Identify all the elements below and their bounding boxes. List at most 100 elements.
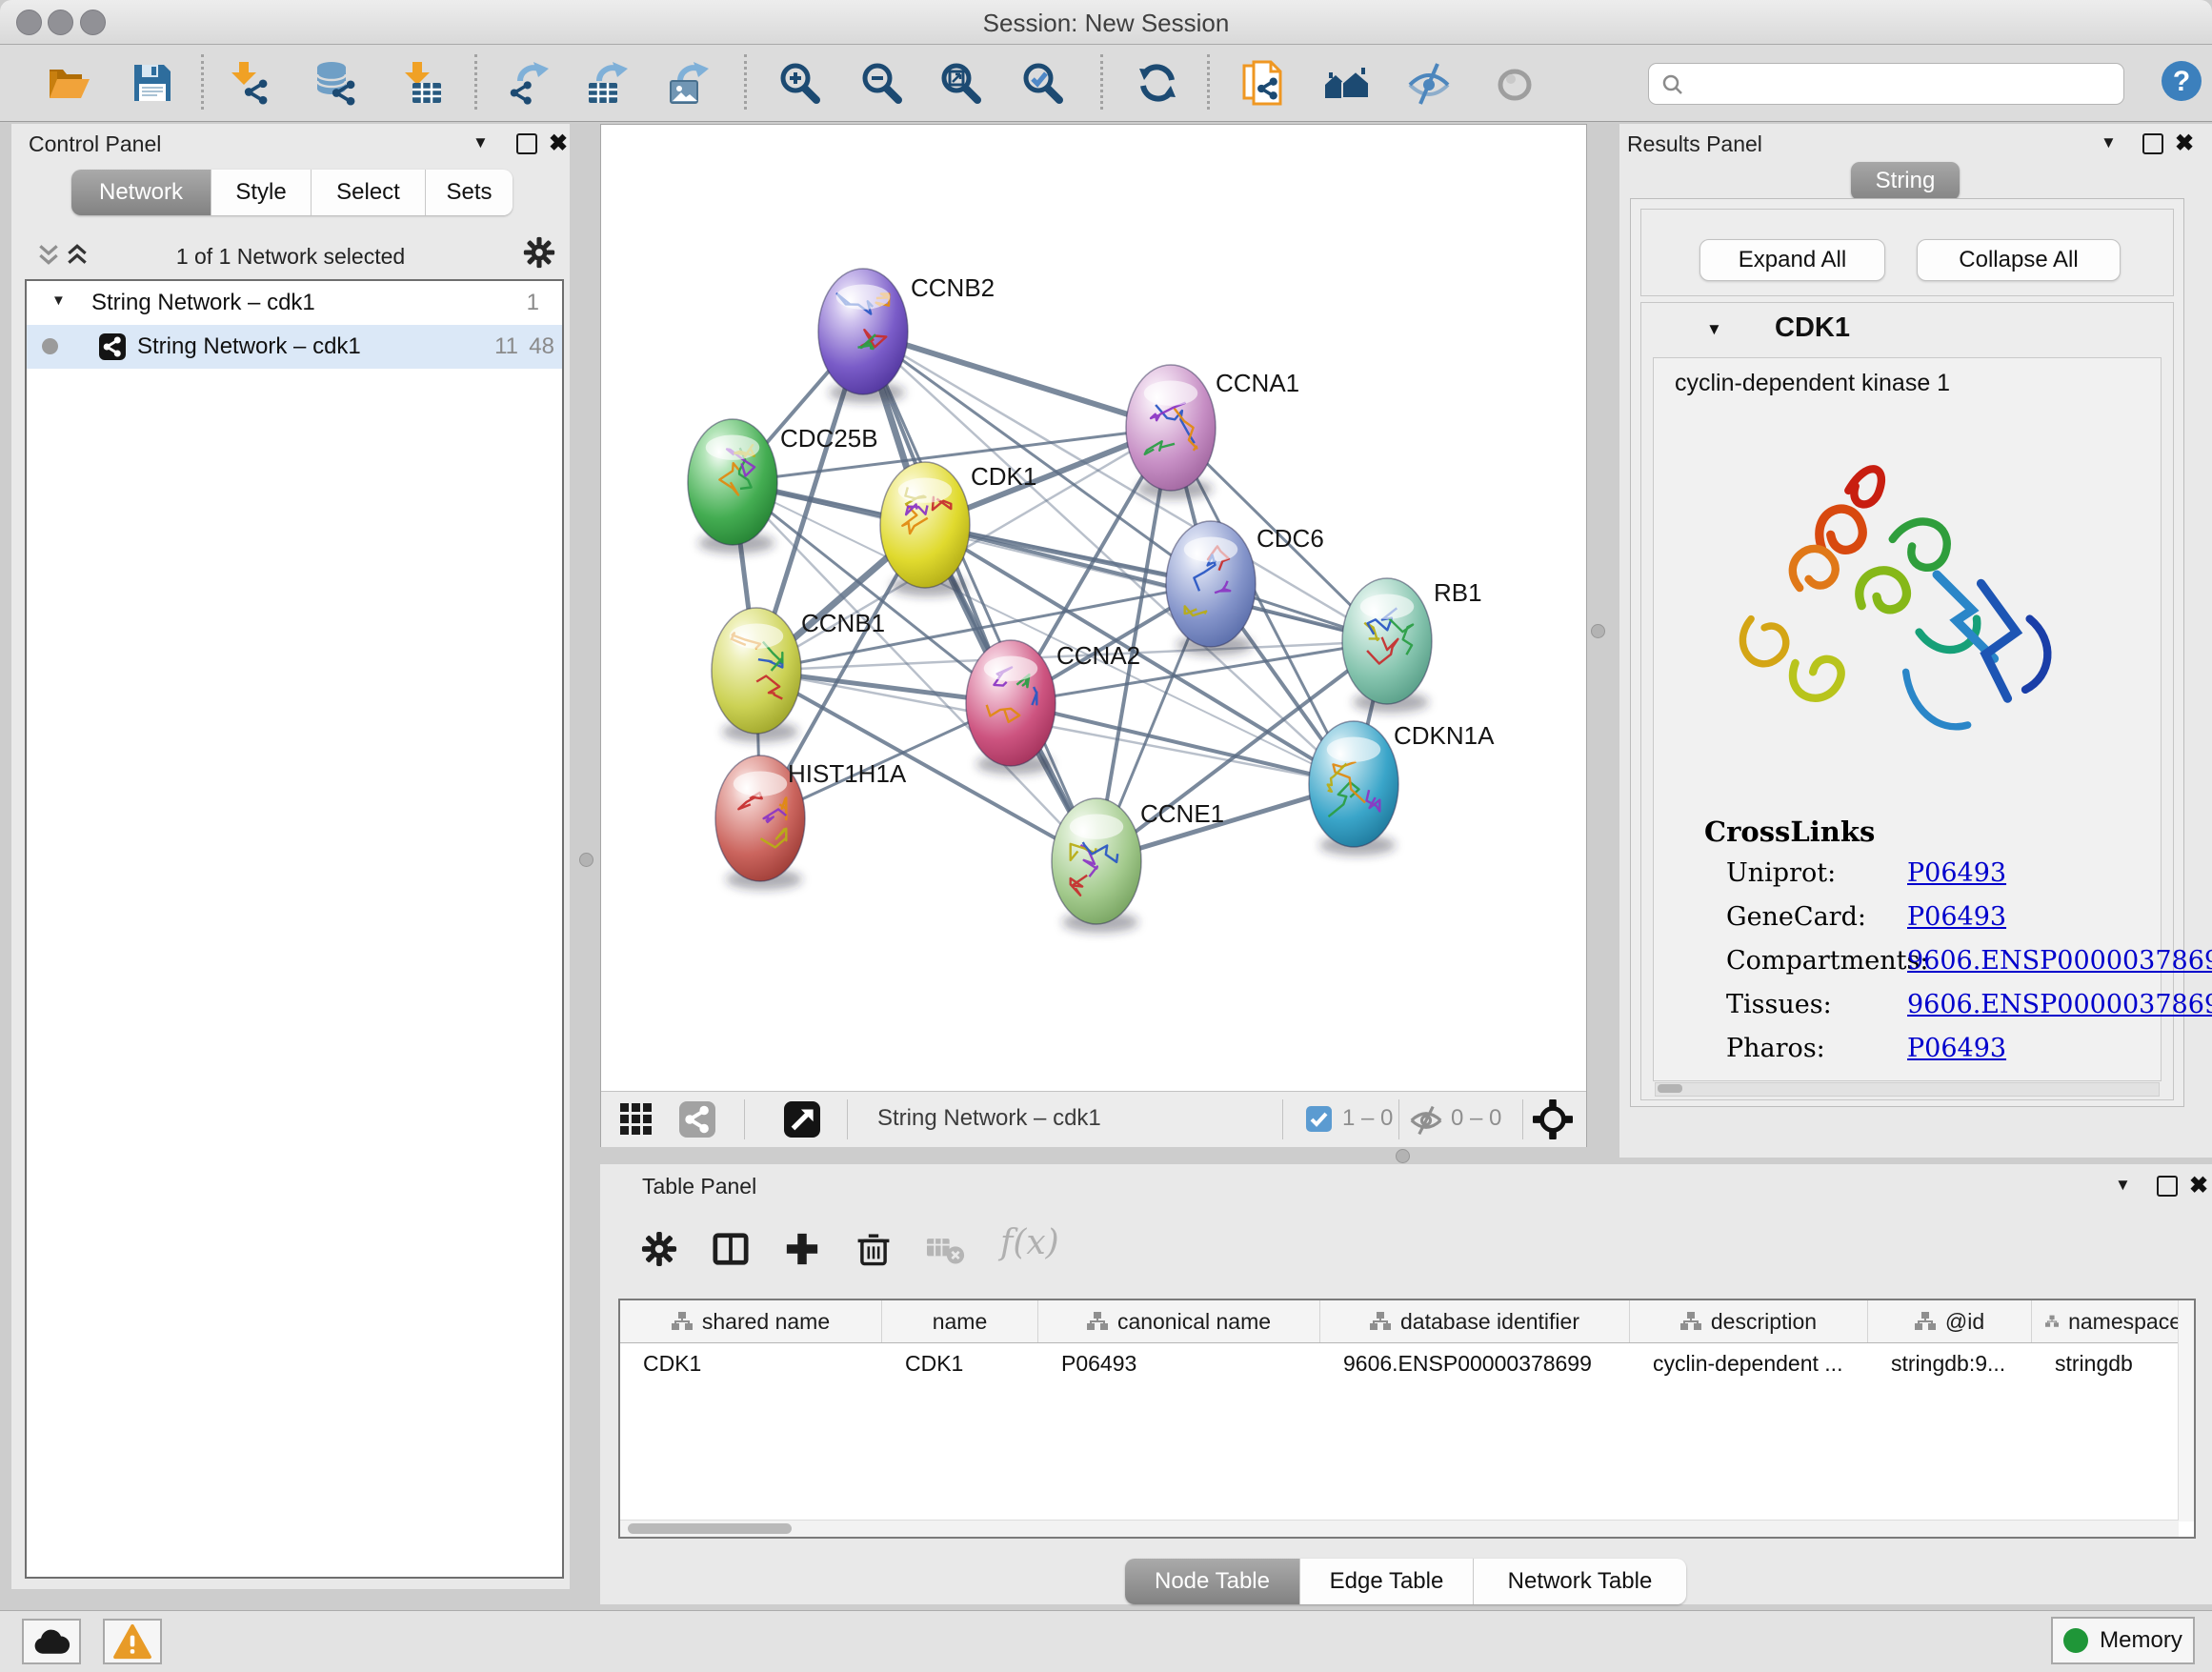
cell-database-identifier[interactable]: 9606.ENSP00000378699: [1320, 1343, 1630, 1383]
node-result-details: cyclin-dependent kinase 1: [1653, 357, 2162, 1081]
add-column-icon[interactable]: [784, 1231, 820, 1267]
save-session-button[interactable]: [130, 60, 175, 106]
results-panel-float-icon[interactable]: [2142, 133, 2163, 154]
selected-checkbox-icon[interactable]: [1306, 1106, 1332, 1132]
tree-expander-icon[interactable]: ▼: [51, 292, 66, 309]
export-table-button[interactable]: [586, 60, 632, 106]
delete-column-icon[interactable]: [855, 1231, 892, 1267]
control-panel-title: Control Panel: [29, 131, 161, 157]
column-header[interactable]: namespace: [2032, 1300, 2182, 1342]
table-vertical-scrollbar[interactable]: [2178, 1300, 2194, 1521]
table-options-gear-icon[interactable]: [641, 1231, 677, 1267]
network-options-gear-icon[interactable]: [523, 236, 555, 269]
refresh-view-button[interactable]: [1135, 60, 1180, 106]
column-header[interactable]: canonical name: [1038, 1300, 1320, 1342]
cell-description[interactable]: cyclin-dependent ...: [1630, 1343, 1868, 1383]
table-panel-menu-icon[interactable]: ▼: [2115, 1176, 2131, 1195]
export-image-button[interactable]: [667, 60, 713, 106]
results-panel-close-icon[interactable]: ✖: [2175, 130, 2194, 157]
splitter-handle[interactable]: [1396, 1149, 1410, 1163]
first-neighbors-button[interactable]: [1323, 60, 1369, 106]
results-panel-menu-icon[interactable]: ▼: [2101, 133, 2117, 152]
control-panel-menu-icon[interactable]: ▼: [473, 133, 489, 152]
column-header[interactable]: @id: [1868, 1300, 2032, 1342]
cell-shared-name[interactable]: CDK1: [620, 1343, 882, 1383]
cell-id[interactable]: stringdb:9...: [1868, 1343, 2032, 1383]
results-horizontal-scrollbar[interactable]: [1655, 1082, 2160, 1097]
cloud-status-button[interactable]: [22, 1619, 81, 1664]
tab-network[interactable]: Network: [71, 170, 211, 215]
cell-canonical-name[interactable]: P06493: [1038, 1343, 1320, 1383]
crosslink-link[interactable]: P06493: [1907, 902, 2006, 932]
tab-network-table[interactable]: Network Table: [1473, 1559, 1686, 1604]
memory-label: Memory: [2100, 1627, 2182, 1654]
import-network-from-database-button[interactable]: [312, 60, 358, 106]
network-view-title: String Network – cdk1: [877, 1105, 1101, 1132]
tab-edge-table[interactable]: Edge Table: [1299, 1559, 1473, 1604]
zoom-out-button[interactable]: [858, 60, 904, 106]
crosslinks-title: CrossLinks: [1704, 816, 1875, 848]
network-row-selected[interactable]: String Network – cdk1 11 48: [27, 325, 562, 369]
network-collection-row[interactable]: ▼ String Network – cdk1 1: [27, 281, 562, 325]
open-session-button[interactable]: [46, 60, 91, 106]
network-view-panel: CCNB2CCNA1CDC25BCDK1CDC6RB1CCNB1CCNA2CDK…: [600, 124, 1587, 1147]
column-header[interactable]: name: [882, 1300, 1038, 1342]
zoom-in-button[interactable]: [776, 60, 822, 106]
table-row[interactable]: CDK1 CDK1 P06493 9606.ENSP00000378699 cy…: [620, 1343, 2194, 1383]
import-network-from-file-button[interactable]: [228, 60, 273, 106]
network-canvas[interactable]: CCNB2CCNA1CDC25BCDK1CDC6RB1CCNB1CCNA2CDK…: [601, 125, 1586, 1091]
network-share-view-icon[interactable]: [679, 1101, 715, 1138]
table-horizontal-scrollbar[interactable]: [620, 1520, 2179, 1537]
cell-name[interactable]: CDK1: [882, 1343, 1038, 1383]
tab-node-table[interactable]: Node Table: [1125, 1559, 1299, 1604]
crosslink-link[interactable]: 9606.ENSP00000378699: [1907, 946, 2212, 976]
results-panel: Results Panel ▼ ✖ String Expand All Coll…: [1619, 124, 2212, 1158]
grid-view-icon[interactable]: [620, 1103, 653, 1136]
show-all-button[interactable]: [1492, 60, 1538, 106]
crosslink-label: Pharos:: [1726, 1034, 1825, 1063]
control-panel-float-icon[interactable]: [516, 133, 537, 154]
crosslink-link[interactable]: P06493: [1907, 858, 2006, 888]
table-panel-close-icon[interactable]: ✖: [2189, 1172, 2208, 1199]
warnings-button[interactable]: [103, 1619, 162, 1664]
import-table-from-file-button[interactable]: [399, 60, 445, 106]
search-input[interactable]: [1695, 67, 2118, 99]
node-label-ccnb1: CCNB1: [801, 609, 885, 637]
section-expander-icon[interactable]: ▼: [1706, 320, 1722, 339]
zoom-selected-button[interactable]: [1019, 60, 1065, 106]
memory-button[interactable]: Memory: [2051, 1617, 2195, 1664]
splitter-handle[interactable]: [1591, 624, 1605, 638]
new-network-from-selection-button[interactable]: [1240, 60, 1286, 106]
splitter-handle[interactable]: [579, 853, 593, 867]
birds-eye-view-icon[interactable]: [1533, 1099, 1573, 1139]
cell-namespace[interactable]: stringdb: [2032, 1343, 2182, 1383]
tab-string[interactable]: String: [1851, 162, 1960, 200]
app-statusbar: Memory: [0, 1610, 2212, 1672]
crosslink-label: Tissues:: [1726, 990, 1832, 1019]
show-columns-icon[interactable]: [713, 1231, 749, 1267]
export-network-button[interactable]: [507, 60, 553, 106]
export-view-icon[interactable]: [784, 1101, 820, 1138]
tab-select[interactable]: Select: [311, 170, 425, 215]
cloud-icon: [32, 1627, 70, 1656]
help-button[interactable]: ?: [2159, 58, 2204, 104]
column-type-icon: [1915, 1312, 1936, 1331]
protein-structure-image: [1716, 434, 2087, 768]
column-header[interactable]: shared name: [620, 1300, 882, 1342]
node-label-ccna1: CCNA1: [1216, 369, 1299, 397]
collapse-all-button[interactable]: Collapse All: [1917, 239, 2121, 281]
node-label-ccna2: CCNA2: [1056, 641, 1140, 670]
node-description: cyclin-dependent kinase 1: [1675, 370, 1950, 397]
hide-selected-button[interactable]: [1406, 60, 1452, 106]
column-header[interactable]: description: [1630, 1300, 1868, 1342]
column-header[interactable]: database identifier: [1320, 1300, 1630, 1342]
tab-sets[interactable]: Sets: [425, 170, 513, 215]
zoom-fit-button[interactable]: [937, 60, 983, 106]
expand-all-button[interactable]: Expand All: [1699, 239, 1885, 281]
tab-style[interactable]: Style: [211, 170, 311, 215]
table-panel-float-icon[interactable]: [2157, 1176, 2178, 1197]
crosslink-link[interactable]: P06493: [1907, 1034, 2006, 1063]
memory-status-dot: [2063, 1628, 2088, 1653]
control-panel-close-icon[interactable]: ✖: [549, 130, 568, 157]
crosslink-link[interactable]: 9606.ENSP00000378699: [1907, 990, 2212, 1019]
